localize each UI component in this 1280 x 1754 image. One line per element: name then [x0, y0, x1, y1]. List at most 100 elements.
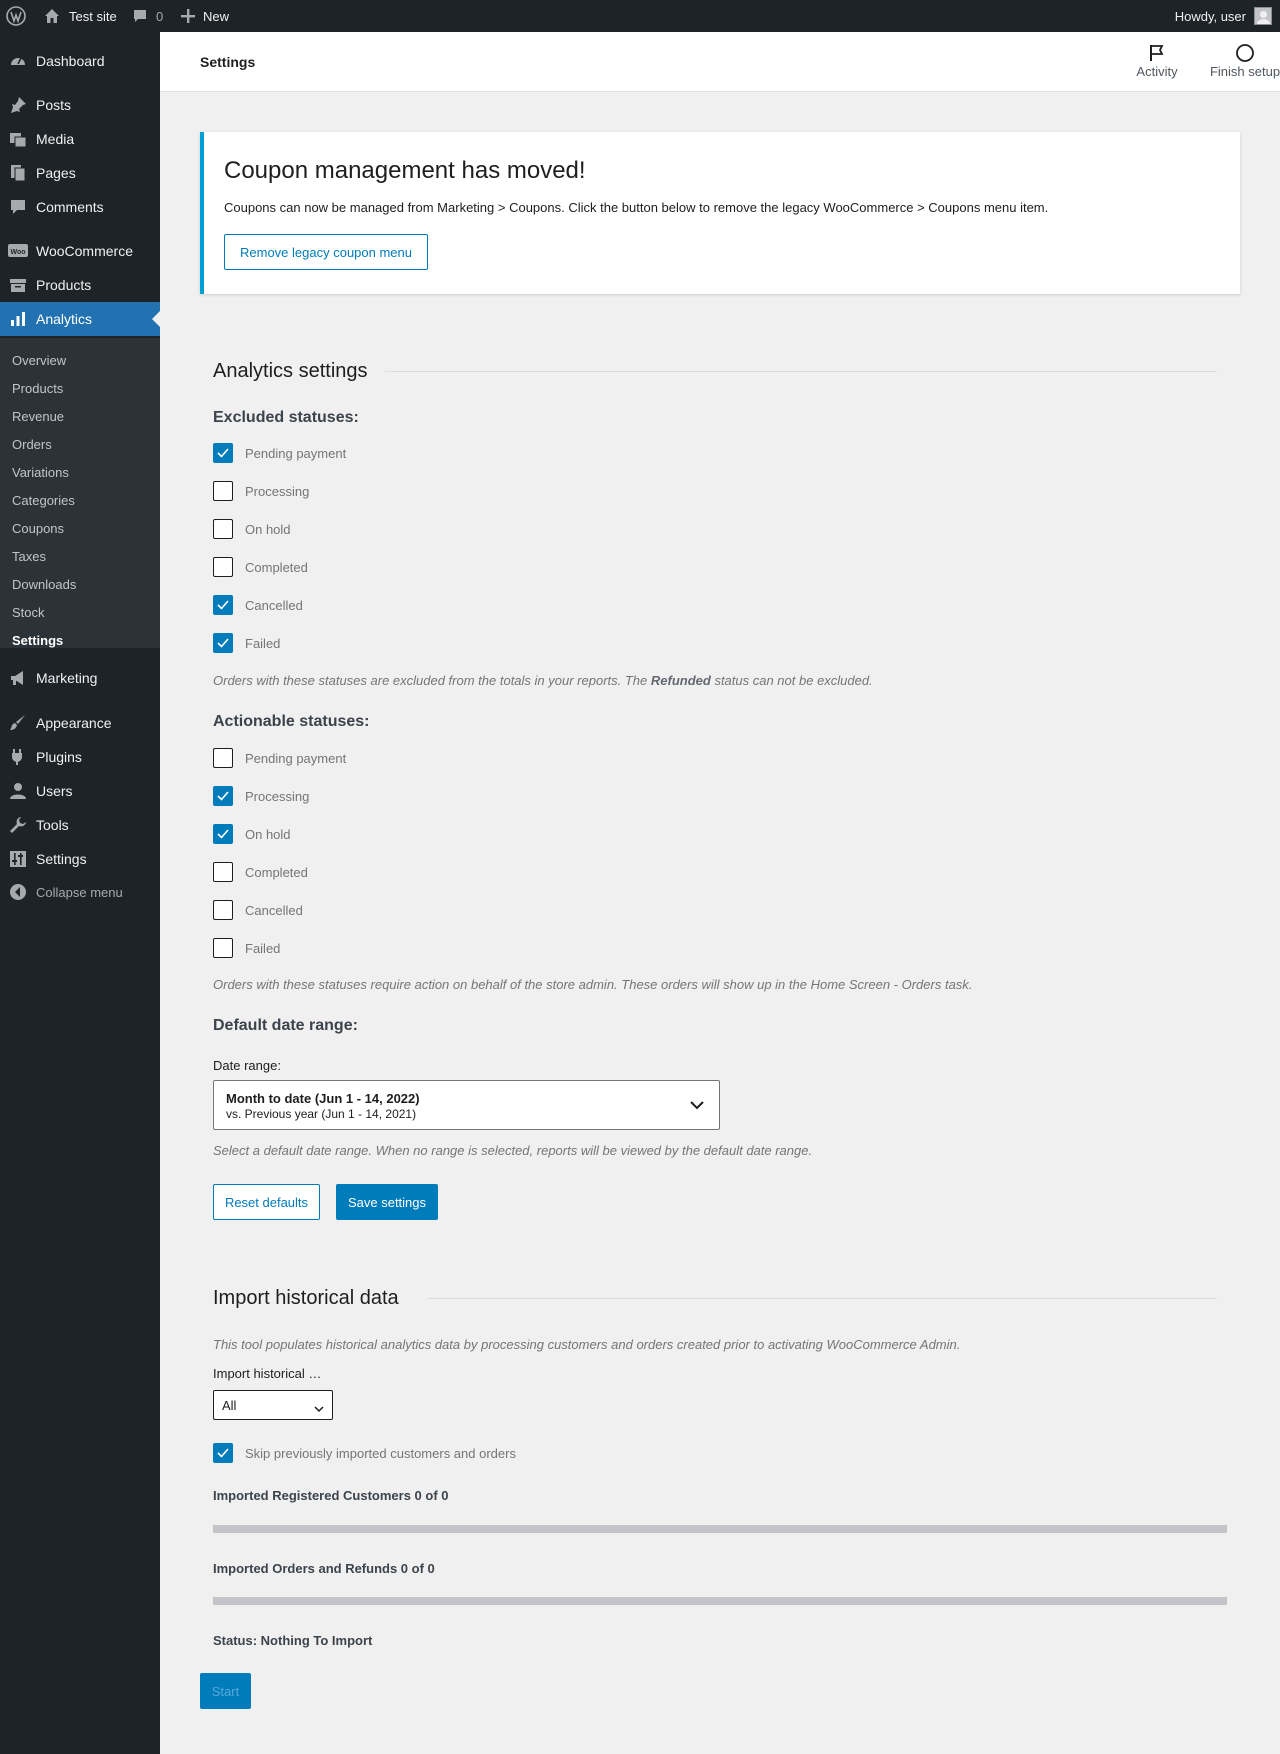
excluded-status-checkbox-label: On hold — [245, 521, 291, 537]
submenu-coupons[interactable]: Coupons — [12, 518, 64, 538]
sidebar-item-plugins[interactable]: Plugins — [0, 740, 160, 774]
chevron-down-icon — [314, 1401, 324, 1416]
start-import-button[interactable]: Start — [200, 1673, 251, 1709]
excluded-status-checkbox-label: Cancelled — [245, 597, 303, 613]
actionable-status-checkbox[interactable] — [213, 938, 233, 958]
actionable-status-checkbox-label: Processing — [245, 788, 310, 804]
finish-setup-button[interactable]: Finish setup — [1195, 42, 1280, 79]
excluded-status-checkbox-row[interactable]: On hold — [213, 519, 291, 539]
howdy-text: Howdy, user — [1174, 8, 1246, 24]
sidebar-item-marketing[interactable]: Marketing — [0, 661, 160, 695]
sidebar-item-woocommerce[interactable]: Woo WooCommerce — [0, 234, 160, 268]
submenu-variations[interactable]: Variations — [12, 462, 69, 482]
sidebar-item-appearance[interactable]: Appearance — [0, 706, 160, 740]
collapse-icon — [0, 883, 36, 901]
import-period-select[interactable]: All — [213, 1390, 333, 1420]
actionable-status-checkbox-row[interactable]: Processing — [213, 786, 309, 806]
excluded-status-checkbox-row[interactable]: Pending payment — [213, 443, 346, 463]
sidebar-item-pages[interactable]: Pages — [0, 156, 160, 190]
notice-title: Coupon management has moved! — [224, 157, 586, 184]
import-status: Status: Nothing To Import — [213, 1633, 373, 1648]
excluded-status-checkbox-row[interactable]: Processing — [213, 481, 309, 501]
import-description: This tool populates historical analytics… — [213, 1337, 961, 1352]
skip-imported-checkbox-row[interactable]: Skip previously imported customers and o… — [213, 1443, 516, 1463]
reset-defaults-button[interactable]: Reset defaults — [213, 1184, 320, 1220]
submenu-revenue[interactable]: Revenue — [12, 406, 64, 426]
imported-orders-label: Imported Orders and Refunds 0 of 0 — [213, 1561, 435, 1576]
excluded-status-checkbox-row[interactable]: Cancelled — [213, 595, 303, 615]
excluded-status-checkbox[interactable] — [213, 595, 233, 615]
submenu-products[interactable]: Products — [12, 378, 63, 398]
bar-chart-icon — [0, 310, 36, 328]
import-select-label: Import historical … — [213, 1366, 322, 1381]
excluded-status-checkbox-row[interactable]: Failed — [213, 633, 280, 653]
submenu-overview[interactable]: Overview — [12, 350, 66, 370]
excluded-status-checkbox-label: Processing — [245, 483, 310, 499]
skip-imported-checkbox[interactable] — [213, 1443, 233, 1463]
submenu-downloads[interactable]: Downloads — [12, 574, 76, 594]
collapse-menu-button[interactable]: Collapse menu — [0, 875, 160, 909]
pages-icon — [0, 164, 36, 182]
flag-icon — [1148, 42, 1166, 64]
actionable-status-checkbox-row[interactable]: On hold — [213, 824, 291, 844]
sidebar-item-users[interactable]: Users — [0, 774, 160, 808]
actionable-status-checkbox-label: Pending payment — [245, 750, 347, 766]
import-select-value: All — [222, 1397, 237, 1413]
sidebar-item-dashboard[interactable]: Dashboard — [0, 44, 160, 78]
excluded-status-checkbox[interactable] — [213, 633, 233, 653]
sliders-icon — [0, 850, 36, 868]
actionable-status-checkbox-label: Failed — [245, 940, 281, 956]
excluded-status-checkbox-row[interactable]: Completed — [213, 557, 308, 577]
submenu-categories[interactable]: Categories — [12, 490, 75, 510]
coupon-notice: Coupon management has moved! Coupons can… — [200, 132, 1240, 294]
finish-setup-label: Finish setup — [1209, 64, 1280, 79]
sidebar-item-products[interactable]: Products — [0, 268, 160, 302]
excluded-status-checkbox[interactable] — [213, 481, 233, 501]
sidebar-item-tools[interactable]: Tools — [0, 808, 160, 842]
date-range-picker[interactable]: Month to date (Jun 1 - 14, 2022) vs. Pre… — [213, 1080, 720, 1130]
wordpress-logo-icon[interactable] — [6, 0, 26, 32]
save-settings-button[interactable]: Save settings — [336, 1184, 438, 1220]
plug-icon — [0, 748, 36, 766]
actionable-status-checkbox-row[interactable]: Completed — [213, 862, 308, 882]
excluded-status-checkbox[interactable] — [213, 519, 233, 539]
user-icon — [0, 782, 36, 800]
customers-progress-bar — [213, 1525, 1227, 1533]
actionable-status-checkbox[interactable] — [213, 748, 233, 768]
site-name: Test site — [69, 8, 117, 24]
actionable-status-checkbox-row[interactable]: Cancelled — [213, 900, 303, 920]
excluded-status-checkbox[interactable] — [213, 557, 233, 577]
submenu-orders[interactable]: Orders — [12, 434, 52, 454]
actionable-status-checkbox-row[interactable]: Pending payment — [213, 748, 346, 768]
actionable-status-checkbox-row[interactable]: Failed — [213, 938, 280, 958]
actionable-help-text: Orders with these statuses require actio… — [213, 977, 973, 992]
submenu-settings[interactable]: Settings — [12, 630, 63, 650]
excluded-status-checkbox-label: Completed — [245, 559, 308, 575]
actionable-status-checkbox[interactable] — [213, 786, 233, 806]
actionable-status-checkbox[interactable] — [213, 862, 233, 882]
sidebar-item-posts[interactable]: Posts — [0, 88, 160, 122]
imported-customers-label: Imported Registered Customers 0 of 0 — [213, 1488, 449, 1503]
actionable-status-checkbox[interactable] — [213, 824, 233, 844]
actionable-status-checkbox[interactable] — [213, 900, 233, 920]
archive-icon — [0, 276, 36, 294]
new-content-link[interactable]: New — [181, 0, 229, 32]
analytics-submenu: Overview Products Revenue Orders Variati… — [0, 338, 160, 648]
site-name-link[interactable]: Test site — [43, 0, 117, 32]
sidebar-item-analytics[interactable]: Analytics — [0, 302, 160, 336]
pushpin-icon — [0, 96, 36, 114]
remove-legacy-coupon-button[interactable]: Remove legacy coupon menu — [224, 234, 428, 270]
comments-link[interactable]: 0 — [132, 0, 163, 32]
page-title: Settings — [200, 54, 256, 70]
activity-button[interactable]: Activity — [1122, 42, 1192, 79]
default-date-range-title: Default date range: — [213, 1017, 358, 1034]
actionable-status-checkbox-label: Cancelled — [245, 902, 303, 918]
sidebar-item-media[interactable]: Media — [0, 122, 160, 156]
sidebar-item-comments[interactable]: Comments — [0, 190, 160, 224]
excluded-status-checkbox[interactable] — [213, 443, 233, 463]
sidebar-item-settings[interactable]: Settings — [0, 842, 160, 876]
account-menu[interactable]: Howdy, user — [1175, 0, 1272, 32]
submenu-taxes[interactable]: Taxes — [12, 546, 46, 566]
skip-imported-label: Skip previously imported customers and o… — [245, 1445, 516, 1461]
submenu-stock[interactable]: Stock — [12, 602, 45, 622]
